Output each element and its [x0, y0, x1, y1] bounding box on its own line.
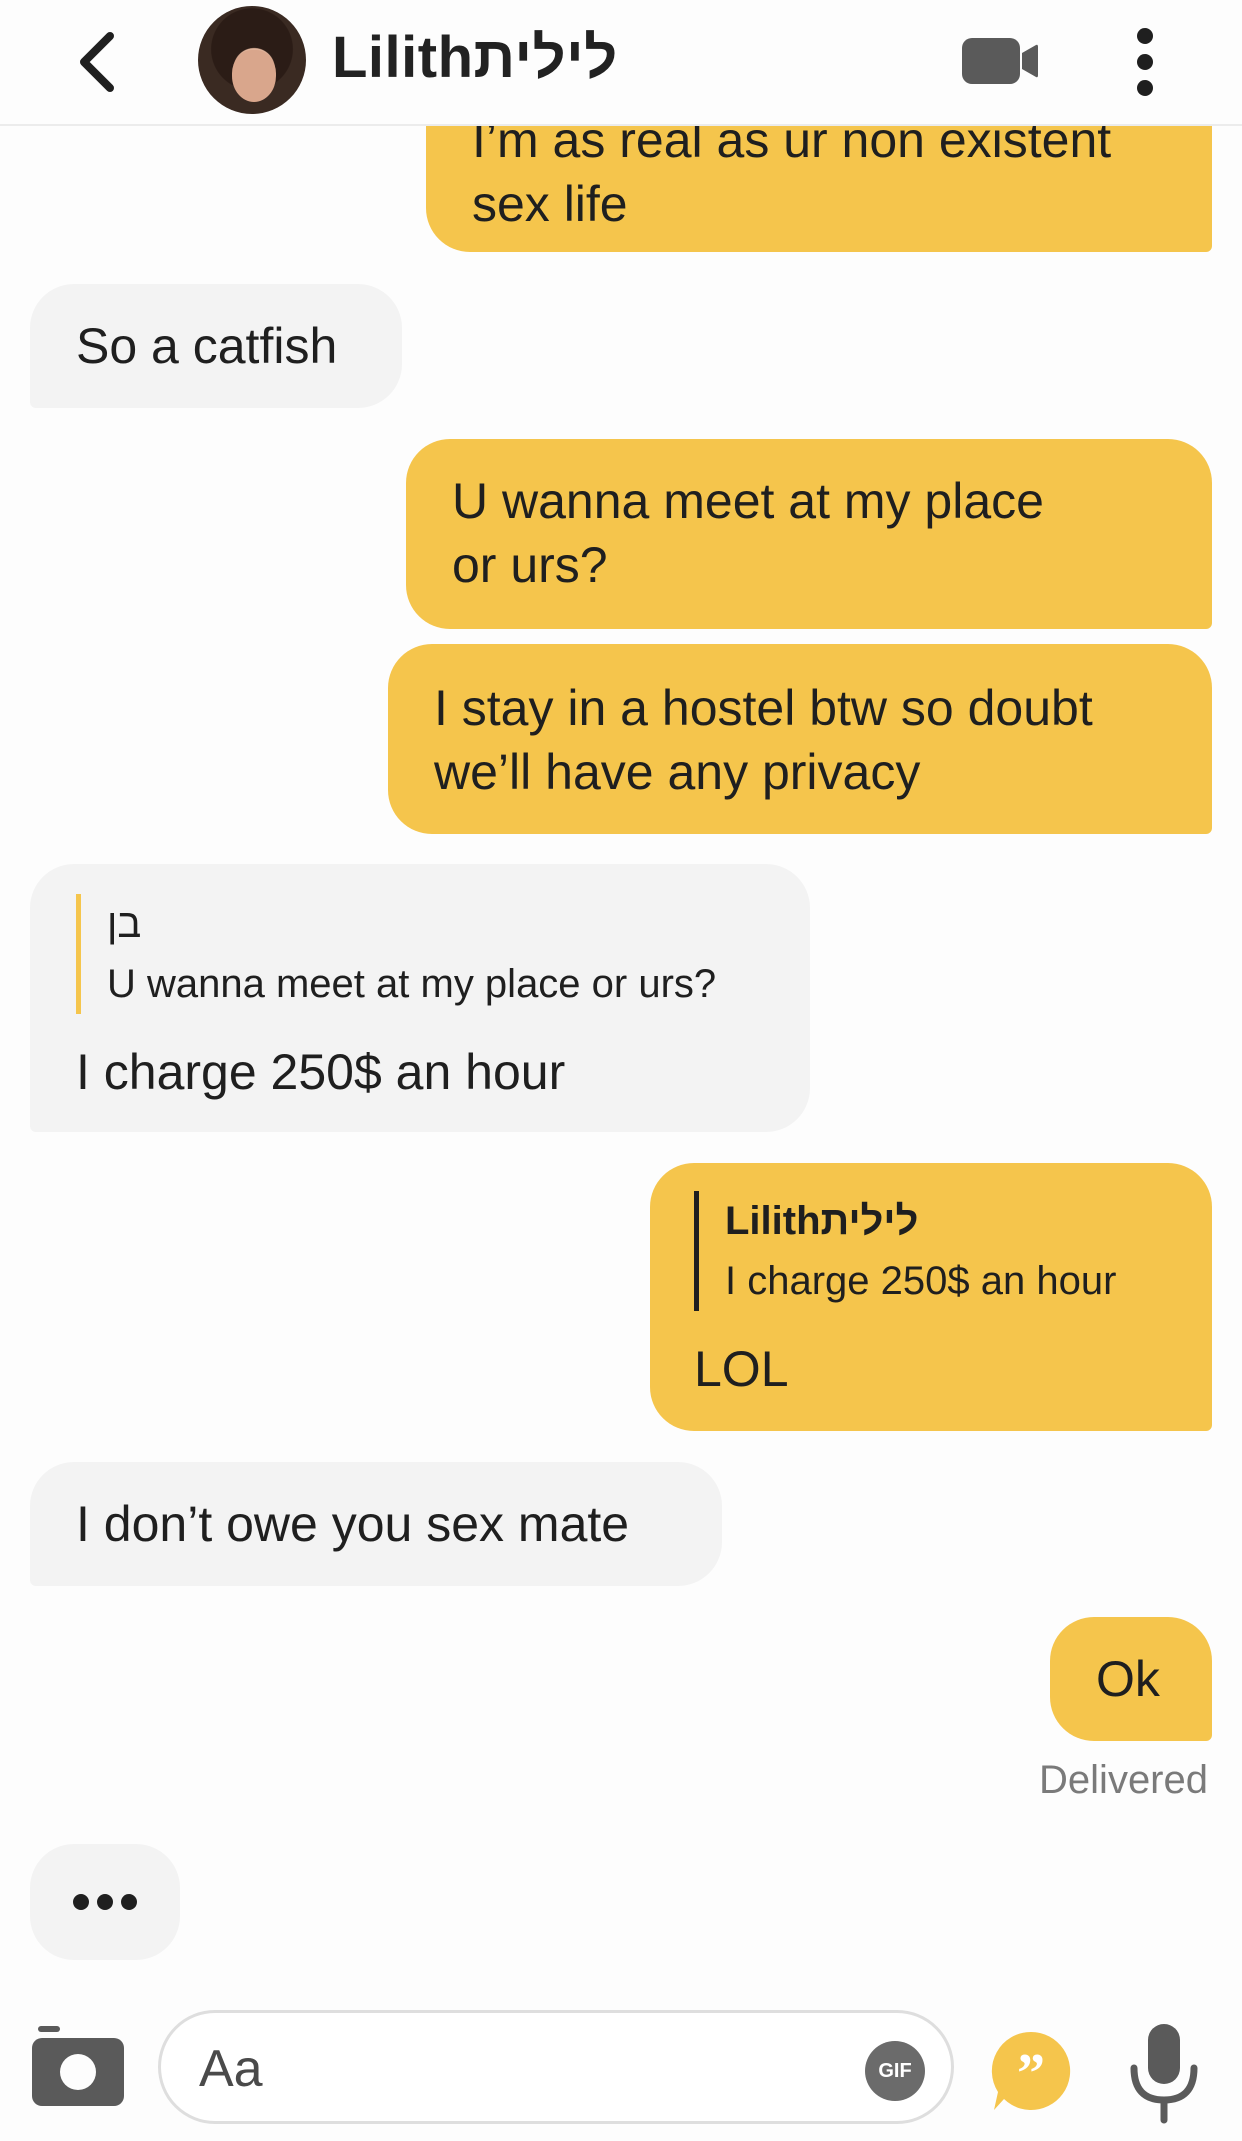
- more-vertical-icon: [1137, 28, 1153, 96]
- camera-button[interactable]: [32, 2026, 124, 2106]
- reply-text: I charge 250$ an hour: [725, 1259, 1117, 1303]
- chat-header: Lilithלילית: [0, 0, 1242, 126]
- svg-text:”: ”: [1017, 2043, 1045, 2105]
- reply-author: Lilithלילית: [725, 1199, 919, 1243]
- typing-dot: [121, 1894, 137, 1910]
- reply-quote[interactable]: Lilithלילית I charge 250$ an hour: [694, 1191, 1182, 1311]
- message-text: I stay in a hostel btw so doubt: [434, 680, 1093, 736]
- message-bubble-received[interactable]: I don’t owe you sex mate: [30, 1462, 722, 1586]
- video-call-button[interactable]: [960, 36, 1040, 86]
- typing-dot: [73, 1894, 89, 1910]
- video-camera-icon: [962, 38, 1038, 84]
- typing-indicator: [30, 1844, 180, 1960]
- message-text: I charge 250$ an hour: [76, 1044, 566, 1100]
- message-bubble-sent[interactable]: Lilithלילית I charge 250$ an hour LOL: [650, 1163, 1212, 1431]
- reply-quote[interactable]: בן U wanna meet at my place or urs?: [76, 894, 780, 1014]
- message-text: we’ll have any privacy: [434, 744, 921, 800]
- message-bubble-received[interactable]: בן U wanna meet at my place or urs? I ch…: [30, 864, 810, 1132]
- message-text: U wanna meet at my place: [452, 473, 1044, 529]
- delivered-status: Delivered: [1039, 1758, 1208, 1802]
- gif-button[interactable]: GIF: [865, 2041, 925, 2101]
- typing-dot: [97, 1894, 113, 1910]
- reply-text: U wanna meet at my place or urs?: [107, 962, 717, 1006]
- message-bubble-sent[interactable]: I stay in a hostel btw so doubt we’ll ha…: [388, 644, 1212, 834]
- message-text: I don’t owe you sex mate: [76, 1496, 630, 1552]
- message-bubble-sent[interactable]: U wanna meet at my place or urs?: [406, 439, 1212, 629]
- message-text: So a catfish: [76, 318, 338, 374]
- more-options-button[interactable]: [1130, 26, 1160, 98]
- message-bubble-received[interactable]: So a catfish: [30, 284, 402, 408]
- contact-name[interactable]: Lilithלילית: [332, 24, 618, 91]
- microphone-icon: [1130, 2024, 1198, 2124]
- message-text: or urs?: [452, 537, 608, 593]
- microphone-button[interactable]: [1128, 2024, 1200, 2124]
- avatar[interactable]: [198, 6, 306, 114]
- chevron-left-icon: [80, 32, 114, 92]
- message-text: LOL: [694, 1341, 789, 1397]
- quote-bubble-icon: ”: [991, 2031, 1071, 2110]
- back-button[interactable]: [70, 22, 130, 102]
- reply-author: בן: [107, 902, 142, 946]
- quote-suggestion-button[interactable]: ”: [990, 2030, 1072, 2112]
- message-composer: GIF ”: [0, 1980, 1242, 2141]
- camera-icon: [32, 2026, 124, 2106]
- message-input-box[interactable]: GIF: [158, 2010, 954, 2124]
- message-text: sex life: [472, 176, 628, 232]
- message-text: Ok: [1096, 1651, 1160, 1707]
- message-input[interactable]: [197, 2033, 801, 2105]
- message-bubble-sent[interactable]: Ok: [1050, 1617, 1212, 1741]
